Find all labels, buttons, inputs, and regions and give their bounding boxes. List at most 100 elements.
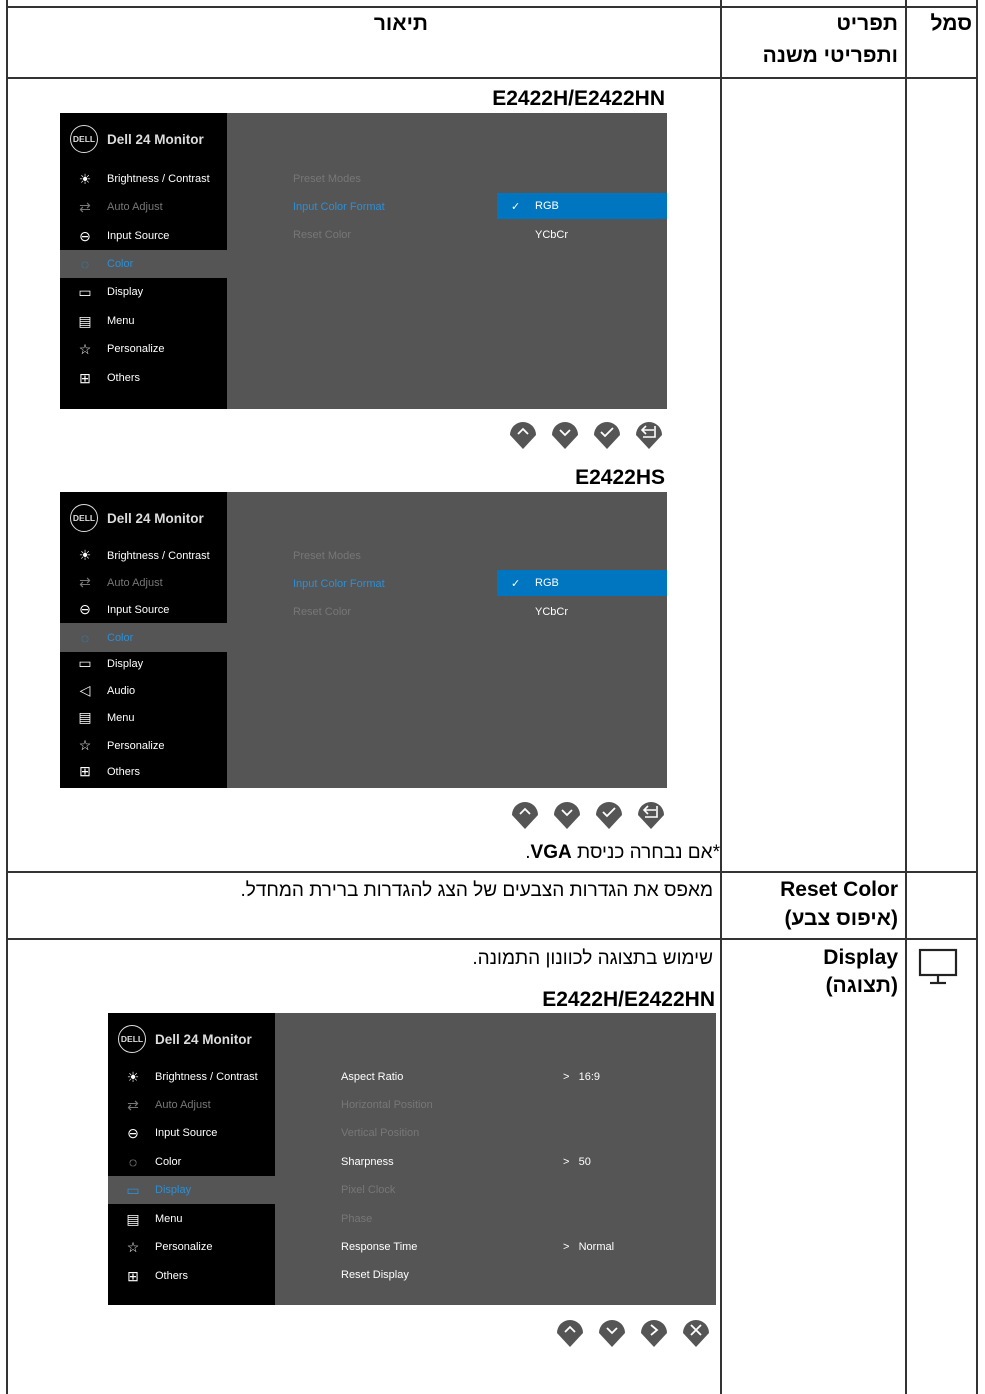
osd-menu-display[interactable]: ▭ Display	[60, 278, 227, 306]
osd-value-response-time: > Normal	[563, 1241, 615, 1253]
osd-menu-others[interactable]: ⊞ Others	[108, 1262, 275, 1290]
footnote: *אם נבחרה כניסת VGA.	[525, 842, 720, 863]
auto-adjust-icon: ⇄	[79, 574, 91, 590]
osd-menu-display[interactable]: ▭ Display	[60, 650, 227, 677]
display-icon: ▭	[78, 283, 92, 300]
osd-screen-a: DELL Dell 24 Monitor ☀ Brightness / Contr…	[60, 113, 667, 409]
osd-menu-input-source[interactable]: ⊖ Input Source	[60, 222, 227, 250]
model-heading-a: E2422H/E2422HN	[492, 87, 665, 110]
osd-sub-horizontal-position[interactable]: Horizontal Position	[341, 1099, 433, 1111]
description-display: שימוש בתצוגה לכוונון התמונה.	[472, 948, 713, 969]
down-button-icon[interactable]	[550, 418, 580, 450]
brightness-icon: ☀	[126, 1068, 140, 1085]
osd-option-rgb[interactable]: ✓ RGB	[497, 193, 667, 219]
personalize-icon: ☆	[78, 340, 92, 357]
osd-menu-color[interactable]: ◌ Color	[108, 1148, 275, 1176]
menu-icon: ▤	[78, 709, 92, 725]
osd-sub-response-time[interactable]: Response Time	[341, 1241, 417, 1253]
osd-brand: DELL Dell 24 Monitor	[118, 1025, 252, 1053]
osd-title: Dell 24 Monitor	[107, 131, 204, 147]
osd-sub-preset-modes[interactable]: Preset Modes	[293, 173, 361, 185]
osd-menu-auto-adjust[interactable]: ⇄ Auto Adjust	[108, 1091, 275, 1119]
check-button-icon[interactable]	[594, 798, 624, 830]
back-button-icon[interactable]	[634, 418, 664, 450]
table-border-left	[6, 0, 8, 1394]
exit-button-icon[interactable]	[681, 1316, 711, 1348]
osd-menu-personalize[interactable]: ☆ Personalize	[60, 335, 227, 363]
osd-option-ycbcr[interactable]: YCbCr	[497, 599, 667, 625]
osd-menu-input-source[interactable]: ⊖ Input Source	[60, 596, 227, 623]
personalize-icon: ☆	[78, 737, 92, 753]
input-source-icon: ⊖	[127, 1124, 139, 1141]
osd-option-rgb[interactable]: ✓ RGB	[497, 570, 667, 596]
color-icon: ◌	[80, 256, 90, 272]
osd-menu-auto-adjust[interactable]: ⇄ Auto Adjust	[60, 193, 227, 221]
osd-sub-sharpness[interactable]: Sharpness	[341, 1156, 394, 1168]
osd-menu-personalize[interactable]: ☆ Personalize	[60, 732, 227, 759]
osd-menu-others[interactable]: ⊞ Others	[60, 758, 227, 785]
item-display-line2: (תצוגה)	[825, 974, 898, 997]
osd-sub-vertical-position[interactable]: Vertical Position	[341, 1127, 419, 1139]
up-button-icon[interactable]	[510, 798, 540, 830]
osd-menu-display[interactable]: ▭ Display	[108, 1176, 275, 1204]
model-heading-b: E2422HS	[575, 466, 665, 489]
osd-menu-color[interactable]: ◌ Color	[60, 250, 227, 278]
osd-sub-reset-color[interactable]: Reset Color	[293, 229, 351, 241]
osd-menu-auto-adjust[interactable]: ⇄ Auto Adjust	[60, 569, 227, 596]
osd-sub-pixel-clock[interactable]: Pixel Clock	[341, 1184, 395, 1196]
osd-option-ycbcr[interactable]: YCbCr	[497, 222, 667, 248]
down-button-icon[interactable]	[597, 1316, 627, 1348]
osd-menu-others[interactable]: ⊞ Others	[60, 364, 227, 392]
osd-menu-color[interactable]: ◌ Color	[60, 623, 227, 652]
osd-menu-menu[interactable]: ▤ Menu	[108, 1205, 275, 1233]
description-reset-color: מאפס את הגדרות הצבעים של הצג להגדרות ברי…	[240, 880, 713, 901]
osd-menu-input-source[interactable]: ⊖ Input Source	[108, 1119, 275, 1147]
input-source-icon: ⊖	[79, 227, 91, 244]
table-border-top	[6, 6, 978, 8]
check-button-icon[interactable]	[592, 418, 622, 450]
osd-sub-phase[interactable]: Phase	[341, 1213, 372, 1225]
brightness-icon: ☀	[78, 547, 92, 563]
dell-logo-icon: DELL	[118, 1025, 146, 1053]
up-button-icon[interactable]	[555, 1316, 585, 1348]
osd-title: Dell 24 Monitor	[107, 510, 204, 526]
display-icon: ▭	[78, 655, 92, 671]
brightness-icon: ☀	[78, 170, 92, 187]
osd-menu-audio[interactable]: ◁ Audio	[60, 677, 227, 704]
osd-brand: DELL Dell 24 Monitor	[70, 504, 204, 532]
osd-sub-aspect-ratio[interactable]: Aspect Ratio	[341, 1071, 403, 1083]
header-description: תיאור	[373, 12, 428, 35]
osd-menu-brightness[interactable]: ☀ Brightness / Contrast	[60, 542, 227, 569]
header-symbol: סמל	[930, 12, 972, 35]
osd-value-aspect-ratio: > 16:9	[563, 1071, 601, 1083]
osd-sub-input-color-format[interactable]: Input Color Format	[293, 201, 385, 213]
osd-sub-reset-display[interactable]: Reset Display	[341, 1269, 409, 1281]
row-divider-1	[6, 871, 978, 873]
osd-menu-menu[interactable]: ▤ Menu	[60, 704, 227, 731]
down-button-icon[interactable]	[552, 798, 582, 830]
up-button-icon[interactable]	[508, 418, 538, 450]
others-icon: ⊞	[127, 1267, 139, 1284]
osd-menu-personalize[interactable]: ☆ Personalize	[108, 1233, 275, 1261]
osd-buttons-c	[555, 1316, 711, 1348]
item-display-line1: Display	[823, 946, 898, 969]
audio-icon: ◁	[79, 682, 91, 698]
chevron-right-icon: >	[563, 1156, 570, 1168]
back-button-icon[interactable]	[636, 798, 666, 830]
osd-sub-preset-modes[interactable]: Preset Modes	[293, 550, 361, 562]
header-divider	[6, 77, 978, 79]
osd-screen-b: DELL Dell 24 Monitor ☀ Brightness / Contr…	[60, 492, 667, 788]
item-reset-color-line2: (איפוס צבע)	[784, 907, 898, 930]
osd-buttons-a	[508, 418, 664, 450]
model-heading-c: E2422H/E2422HN	[542, 988, 715, 1011]
osd-sub-input-color-format[interactable]: Input Color Format	[293, 578, 385, 590]
row-divider-2	[6, 938, 978, 940]
osd-menu-brightness[interactable]: ☀ Brightness / Contrast	[108, 1063, 275, 1091]
osd-menu-menu[interactable]: ▤ Menu	[60, 307, 227, 335]
osd-menu-brightness[interactable]: ☀ Brightness / Contrast	[60, 165, 227, 193]
right-button-icon[interactable]	[639, 1316, 669, 1348]
osd-screen-c: DELL Dell 24 Monitor ☀ Brightness / Contr…	[108, 1013, 716, 1305]
osd-sub-reset-color[interactable]: Reset Color	[293, 606, 351, 618]
header-item-line1: תפריט	[836, 12, 898, 35]
osd-title: Dell 24 Monitor	[155, 1031, 252, 1047]
